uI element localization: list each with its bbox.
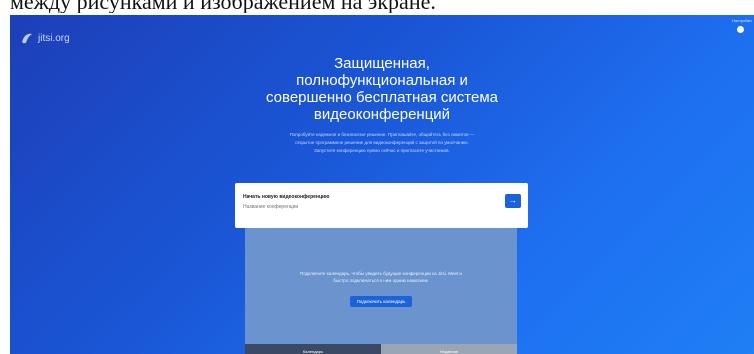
- jitsi-screen: jitsi.org Настройки Защищенная, полнофун…: [10, 15, 754, 354]
- headline: Защищенная, полнофункциональная и соверш…: [266, 55, 498, 123]
- document-caption: между рисунками и изображением на экране…: [10, 0, 436, 13]
- start-card-title: Начать новую видеоконференцию: [243, 194, 330, 200]
- connect-calendar-button[interactable]: Подключить календарь: [350, 296, 412, 307]
- tab-calendar-label: Календарь: [302, 349, 324, 354]
- hero-subtext: Попробуйте надежное и безопасное решение…: [289, 132, 475, 153]
- calendar-panel: Подключите календарь, чтобы увидеть буду…: [245, 228, 517, 344]
- logo[interactable]: jitsi.org: [20, 31, 70, 45]
- tab-calendar[interactable]: Календарь: [245, 344, 381, 354]
- settings-button[interactable]: Настройки: [732, 18, 752, 38]
- settings-hint: Настройки: [732, 18, 752, 23]
- logo-text: jitsi.org: [38, 32, 70, 44]
- settings-icon: [736, 26, 744, 33]
- jitsi-logo-icon: [22, 33, 32, 44]
- tab-recent-label: Недавние: [439, 349, 459, 354]
- go-button[interactable]: →: [505, 194, 521, 208]
- room-name-input[interactable]: [243, 204, 473, 210]
- start-meeting-card: Начать новую видеоконференцию →: [235, 183, 528, 228]
- calendar-panel-text: Подключите календарь, чтобы увидеть буду…: [299, 271, 462, 283]
- tab-recent[interactable]: Недавние: [381, 344, 517, 354]
